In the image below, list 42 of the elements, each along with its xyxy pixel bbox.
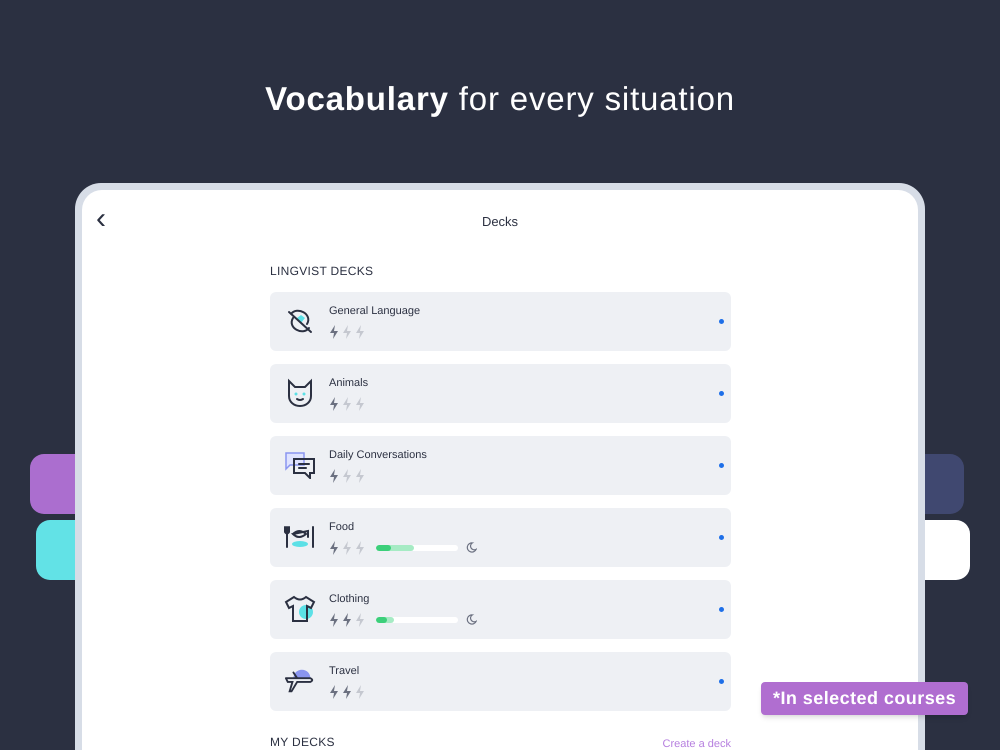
bolt-icon xyxy=(329,684,339,699)
bolt-icon xyxy=(355,684,365,699)
deck-card[interactable]: Travel xyxy=(270,652,731,710)
bolt-icon xyxy=(342,612,352,627)
bolt-icon xyxy=(329,468,339,483)
moon-icon xyxy=(466,542,477,554)
note-badge: *In selected courses xyxy=(761,682,968,715)
bolt-icon xyxy=(355,612,365,627)
cat-icon xyxy=(285,378,315,408)
bolt-icon xyxy=(342,468,352,483)
moon-icon xyxy=(466,614,477,626)
bolt-icon xyxy=(329,612,339,627)
fish-plate-icon xyxy=(284,523,316,551)
chat-bubbles-icon xyxy=(284,451,316,479)
deck-name: Clothing xyxy=(329,592,370,608)
deck-card[interactable]: Animals xyxy=(270,364,731,422)
bolt-icon xyxy=(355,540,365,555)
deck-card[interactable]: Clothing xyxy=(270,580,731,638)
t-shirt-icon xyxy=(284,594,316,624)
deck-name: Daily Conversations xyxy=(329,448,427,464)
bolt-icon xyxy=(355,324,365,339)
screen-title: Decks xyxy=(482,213,518,232)
bolt-icon xyxy=(342,396,352,411)
deck-card[interactable]: General Language xyxy=(270,292,731,350)
bolt-icon xyxy=(342,324,352,339)
bolt-icon xyxy=(329,540,339,555)
back-button[interactable]: ‹ xyxy=(96,204,106,234)
section-heading: MY DECKS xyxy=(270,734,335,750)
section-heading: LINGVIST DECKS xyxy=(270,262,374,280)
deck-card[interactable]: Daily Conversations xyxy=(270,436,731,494)
deck-card[interactable]: Food xyxy=(270,508,731,566)
headline: Vocabulary for every situation xyxy=(265,79,735,119)
deck-name: Food xyxy=(329,520,356,536)
bolt-icon xyxy=(329,396,339,411)
bolt-icon xyxy=(355,396,365,411)
deck-name: Animals xyxy=(329,376,368,392)
bolt-icon xyxy=(342,684,352,699)
deck-name: General Language xyxy=(329,304,420,320)
bolt-icon xyxy=(342,540,352,555)
bolt-icon xyxy=(329,324,339,339)
bolt-icon xyxy=(355,468,365,483)
deck-name: Travel xyxy=(329,664,360,680)
